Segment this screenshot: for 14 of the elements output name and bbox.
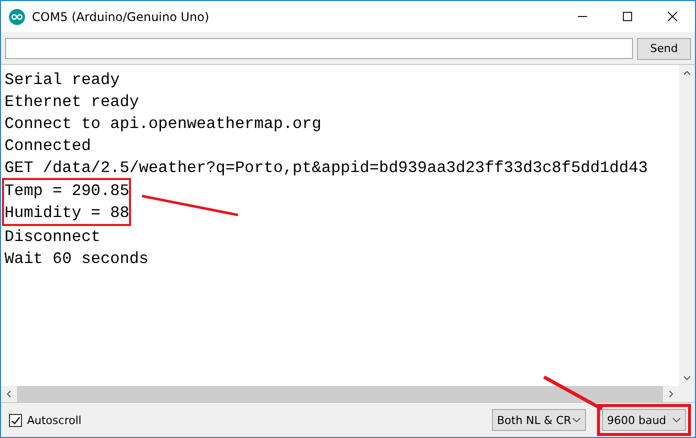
autoscroll-label: Autoscroll: [27, 414, 82, 426]
output-line: Wait 60 seconds: [4, 248, 149, 270]
output-line: Connect to api.openweathermap.org: [4, 114, 322, 134]
line-ending-dropdown[interactable]: Both NL & CR: [492, 409, 586, 431]
output-line: Disconnect: [4, 226, 101, 248]
baud-rate-dropdown[interactable]: 9600 baud: [602, 409, 686, 431]
window-title: COM5 (Arduino/Genuino Uno): [32, 10, 210, 24]
output-line: Serial ready: [4, 70, 120, 90]
output-line: GET /data/2.5/weather?q=Porto,pt&appid=bd939aa3d23ff33d3c8f5dd1dd43: [4, 158, 648, 178]
output-line: Connected: [4, 136, 91, 156]
output-line: Ethernet ready: [4, 92, 139, 112]
send-button[interactable]: Send: [637, 38, 691, 60]
output-line: Temp = 290.85: [4, 181, 130, 202]
output-line: Humidity = 88: [4, 203, 130, 224]
